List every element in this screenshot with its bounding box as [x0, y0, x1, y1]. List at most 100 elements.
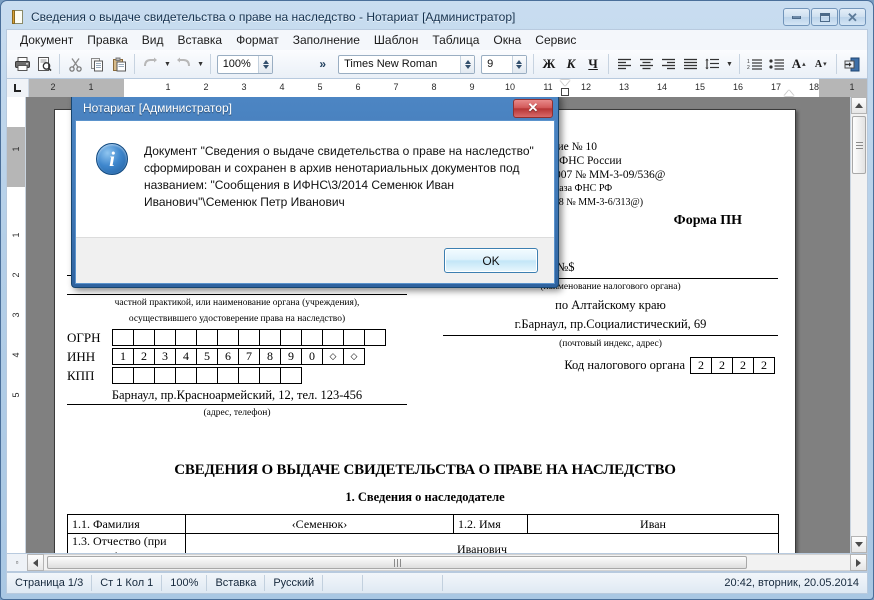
menu-item-template[interactable]: Шаблон: [367, 31, 425, 49]
horizontal-scroll-track[interactable]: [44, 554, 850, 571]
align-center-button[interactable]: [635, 52, 657, 76]
font-name-spinner[interactable]: [460, 55, 475, 73]
scroll-up-button[interactable]: [851, 97, 867, 114]
field-value-firstname[interactable]: Иван: [527, 514, 779, 534]
horizontal-scroll-thumb[interactable]: [47, 556, 747, 569]
bulleted-list-button[interactable]: [766, 52, 788, 76]
notary-address[interactable]: Барнаул, пр.Красноармейский, 12, тел. 12…: [67, 385, 407, 405]
ogrn-cell[interactable]: [133, 329, 155, 346]
align-left-button[interactable]: [613, 52, 635, 76]
underline-button[interactable]: Ч: [582, 52, 604, 76]
numbered-list-button[interactable]: 1 2: [744, 52, 766, 76]
vertical-ruler-strip[interactable]: 1 1 2 3 4 5: [7, 97, 25, 553]
kpp-cell[interactable]: [133, 367, 155, 384]
kpp-cell[interactable]: [238, 367, 260, 384]
ogrn-cells[interactable]: [112, 329, 386, 346]
close-button[interactable]: ✕: [839, 8, 866, 26]
kpp-cell[interactable]: [280, 367, 302, 384]
menu-item-insert[interactable]: Вставка: [171, 31, 230, 49]
field-value-patronymic[interactable]: Иванович: [185, 533, 779, 553]
ok-button[interactable]: OK: [444, 248, 538, 273]
ogrn-cell[interactable]: [112, 329, 134, 346]
field-value-surname[interactable]: ‹Семенюк›: [185, 514, 454, 534]
scroll-left-button[interactable]: [27, 554, 44, 571]
menu-item-format[interactable]: Формат: [229, 31, 286, 49]
kpp-cell[interactable]: [112, 367, 134, 384]
undo-button[interactable]: [139, 52, 161, 76]
redo-button[interactable]: [173, 52, 195, 76]
ogrn-cell[interactable]: [217, 329, 239, 346]
kpp-cell[interactable]: [217, 367, 239, 384]
tax-code-cells[interactable]: 2 2 2 2: [690, 357, 775, 374]
font-name-combo[interactable]: Times New Roman: [338, 54, 476, 74]
ogrn-cell[interactable]: [154, 329, 176, 346]
tax-code-cell[interactable]: 2: [690, 357, 712, 374]
maximize-button[interactable]: [811, 8, 838, 26]
undo-dropdown-arrow-icon[interactable]: ▼: [161, 52, 172, 76]
right-indent-marker[interactable]: [784, 90, 794, 96]
vertical-scroll-thumb[interactable]: [852, 116, 866, 174]
copy-button[interactable]: [86, 52, 108, 76]
tab-stop-selector[interactable]: [7, 79, 29, 97]
ogrn-cell[interactable]: [259, 329, 281, 346]
horizontal-ruler[interactable]: 2 1 1 2 3 4 5 6 7 8 9 10 11 12 13 14 15 …: [6, 78, 868, 97]
zoom-combo[interactable]: 100%: [216, 54, 274, 74]
ogrn-cell[interactable]: [364, 329, 386, 346]
ogrn-cell[interactable]: [280, 329, 302, 346]
kpp-cell[interactable]: [259, 367, 281, 384]
inn-cells[interactable]: 1 2 3 4 5 6 7 8 9 0 ◇ ◇: [112, 348, 365, 365]
kpp-cell[interactable]: [196, 367, 218, 384]
align-right-button[interactable]: [657, 52, 679, 76]
italic-button[interactable]: К: [560, 52, 582, 76]
menu-item-document[interactable]: Документ: [13, 31, 80, 49]
kpp-cell[interactable]: [175, 367, 197, 384]
inn-cell[interactable]: 7: [238, 348, 260, 365]
inn-cell[interactable]: 3: [154, 348, 176, 365]
print-preview-button[interactable]: [33, 52, 55, 76]
inn-cell[interactable]: 8: [259, 348, 281, 365]
ogrn-cell[interactable]: [196, 329, 218, 346]
horizontal-ruler-strip[interactable]: 2 1 1 2 3 4 5 6 7 8 9 10 11 12 13 14 15 …: [29, 79, 867, 97]
menu-item-service[interactable]: Сервис: [528, 31, 583, 49]
print-button[interactable]: [11, 52, 33, 76]
cut-button[interactable]: [64, 52, 86, 76]
paste-button[interactable]: [108, 52, 130, 76]
ogrn-cell[interactable]: [343, 329, 365, 346]
tax-address[interactable]: г.Барнаул, пр.Социалистический, 69: [443, 315, 778, 336]
inn-cell[interactable]: 1: [112, 348, 134, 365]
scroll-right-button[interactable]: [850, 554, 867, 571]
align-justify-button[interactable]: [679, 52, 701, 76]
vertical-ruler[interactable]: 1 1 2 3 4 5: [7, 97, 26, 553]
font-size-spinner[interactable]: [511, 55, 526, 73]
minimize-button[interactable]: [783, 8, 810, 26]
scroll-down-button[interactable]: [851, 536, 867, 553]
ogrn-cell[interactable]: [301, 329, 323, 346]
inn-cell[interactable]: ◇: [322, 348, 344, 365]
inn-cell[interactable]: 6: [217, 348, 239, 365]
first-line-indent-marker[interactable]: [560, 80, 570, 86]
horizontal-scrollbar[interactable]: ▫: [6, 554, 868, 572]
tax-region[interactable]: по Алтайскому краю: [443, 295, 778, 315]
line-spacing-dropdown-arrow-icon[interactable]: ▼: [723, 52, 734, 76]
view-mode-buttons[interactable]: ▫: [7, 554, 27, 571]
heir-fields-table[interactable]: 1.1. Фамилия ‹Семенюк› 1.2. Имя Иван 1.3…: [67, 514, 779, 553]
ogrn-cell[interactable]: [238, 329, 260, 346]
zoom-spinner[interactable]: [258, 55, 273, 73]
font-size-combo[interactable]: 9: [481, 54, 527, 74]
dialog-close-button[interactable]: ✕: [513, 98, 553, 118]
inn-cell[interactable]: 5: [196, 348, 218, 365]
redo-dropdown-arrow-icon[interactable]: ▼: [195, 52, 206, 76]
tax-code-cell[interactable]: 2: [732, 357, 754, 374]
menu-item-windows[interactable]: Окна: [486, 31, 528, 49]
bold-button[interactable]: Ж: [538, 52, 560, 76]
tax-code-cell[interactable]: 2: [711, 357, 733, 374]
menu-item-edit[interactable]: Правка: [80, 31, 135, 49]
inn-cell[interactable]: 2: [133, 348, 155, 365]
toolbar-overflow-chevron-icon[interactable]: »: [313, 57, 332, 71]
menu-item-fill[interactable]: Заполнение: [286, 31, 367, 49]
ogrn-cell[interactable]: [322, 329, 344, 346]
tax-code-cell[interactable]: 2: [753, 357, 775, 374]
menu-item-view[interactable]: Вид: [135, 31, 171, 49]
inn-cell[interactable]: 4: [175, 348, 197, 365]
left-indent-marker[interactable]: [561, 88, 569, 96]
